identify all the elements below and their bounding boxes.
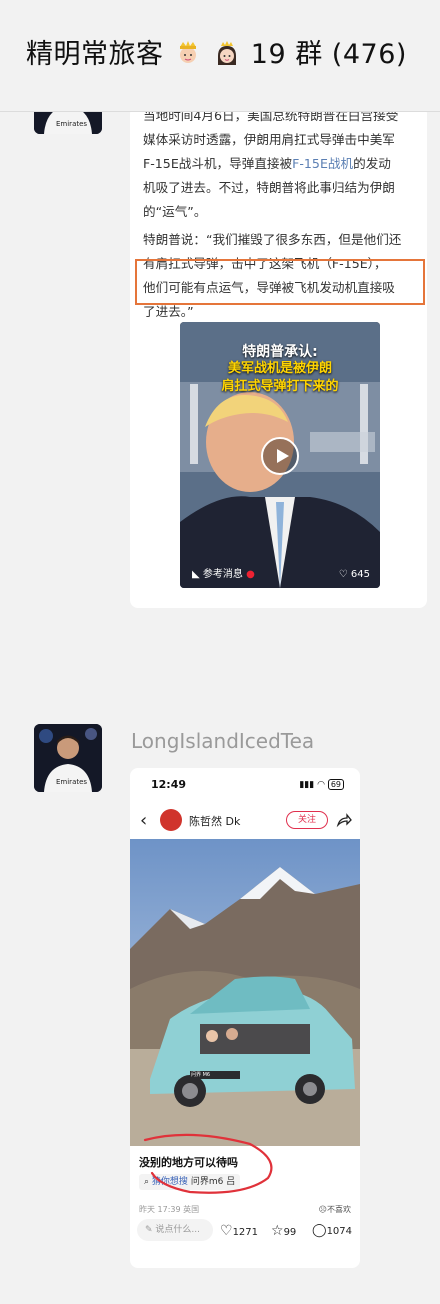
follow-button[interactable]: 关注	[286, 811, 328, 829]
car-mountain-photo	[130, 839, 360, 1146]
star-count[interactable]: ☆99	[271, 1223, 296, 1239]
video-caption-title: 特朗普承认:	[242, 344, 318, 360]
like-icon: ♡	[338, 569, 348, 580]
article-paragraph-1: 当地时间4月6日，美国总统特朗普在白宫接受 媒体采访时透露，伊朗用肩扛式导弹击中…	[143, 108, 399, 219]
chat-header: 精明常旅客 19 群 (476)	[0, 0, 440, 112]
heart-icon: ♡	[220, 1223, 233, 1239]
like-count[interactable]: ♡1271	[220, 1223, 258, 1239]
comment-count[interactable]: ◯1074	[312, 1223, 352, 1238]
video-source: ◣ 参考消息 ●	[192, 569, 255, 580]
author-avatar[interactable]	[160, 809, 182, 831]
article-screenshot[interactable]: 当地时间4月6日，美国总统特朗普在白宫接受 媒体采访时透露，伊朗用肩扛式导弹击中…	[130, 106, 427, 608]
share-icon[interactable]	[335, 811, 353, 829]
princess-emoji-icon	[217, 41, 236, 65]
chat-title[interactable]: 精明常旅客 19 群 (476)	[26, 32, 407, 71]
post-photo[interactable]: 问界 M6	[130, 839, 360, 1146]
source-logo-icon: ◣	[192, 569, 200, 580]
quote-highlight-box	[135, 259, 425, 305]
post-title: 没别的地方可以待吗	[139, 1156, 238, 1169]
comment-input[interactable]: ✎ 说点什么...	[137, 1219, 213, 1241]
news-video[interactable]: 特朗普承认: 美军战机是被伊朗 肩扛式导弹打下来的 ◣ 参考消息 ● ♡ 645	[180, 322, 380, 588]
comment-bubble-icon: ◯	[312, 1223, 327, 1238]
play-icon[interactable]	[261, 437, 299, 475]
search-icon: ⌕	[144, 1177, 150, 1187]
signal-icon: ▮▮▮	[299, 780, 315, 790]
post-meta: 昨天 17:39 英国	[139, 1205, 200, 1214]
star-icon: ☆	[271, 1223, 284, 1239]
dislike-button[interactable]: ☹不喜欢	[319, 1204, 351, 1215]
back-arrow-icon[interactable]: ‹	[140, 810, 147, 831]
pen-icon: ✎	[145, 1225, 153, 1235]
phone-screenshot[interactable]: 12:49 ▮▮▮ ◠ 69 ‹ 陈哲然 Dk 关注 问界 M6 没别的地方可以…	[130, 768, 360, 1268]
footballer-avatar-icon: Emirates	[34, 724, 102, 792]
dislike-icon: ☹	[318, 1205, 327, 1214]
search-suggestion[interactable]: ⌕ 猜你想搜 问界m6 吕	[139, 1174, 241, 1190]
battery-icon: 69	[327, 779, 344, 790]
video-likes: ♡ 645	[338, 569, 370, 580]
sender-avatar[interactable]: Emirates	[34, 724, 102, 792]
status-time: 12:49	[151, 778, 187, 791]
prince-emoji-icon	[179, 41, 196, 63]
author-name[interactable]: 陈哲然 Dk	[189, 813, 240, 829]
wifi-icon: ◠	[317, 780, 325, 790]
video-caption-subtitle: 美军战机是被伊朗 肩扛式导弹打下来的	[221, 361, 339, 394]
f15e-link[interactable]: F-15E战机	[292, 156, 353, 171]
group-name: 精明常旅客	[26, 39, 164, 70]
status-icons: ▮▮▮ ◠ 69	[299, 779, 344, 790]
group-member-count: 19 群 (476)	[250, 39, 407, 70]
svg-text:Emirates: Emirates	[56, 778, 87, 786]
svg-text:Emirates: Emirates	[56, 120, 87, 128]
sender-name: LongIslandIcedTea	[131, 729, 315, 753]
car-badge: 问界 M6	[191, 1072, 211, 1078]
verified-icon: ●	[246, 569, 255, 580]
